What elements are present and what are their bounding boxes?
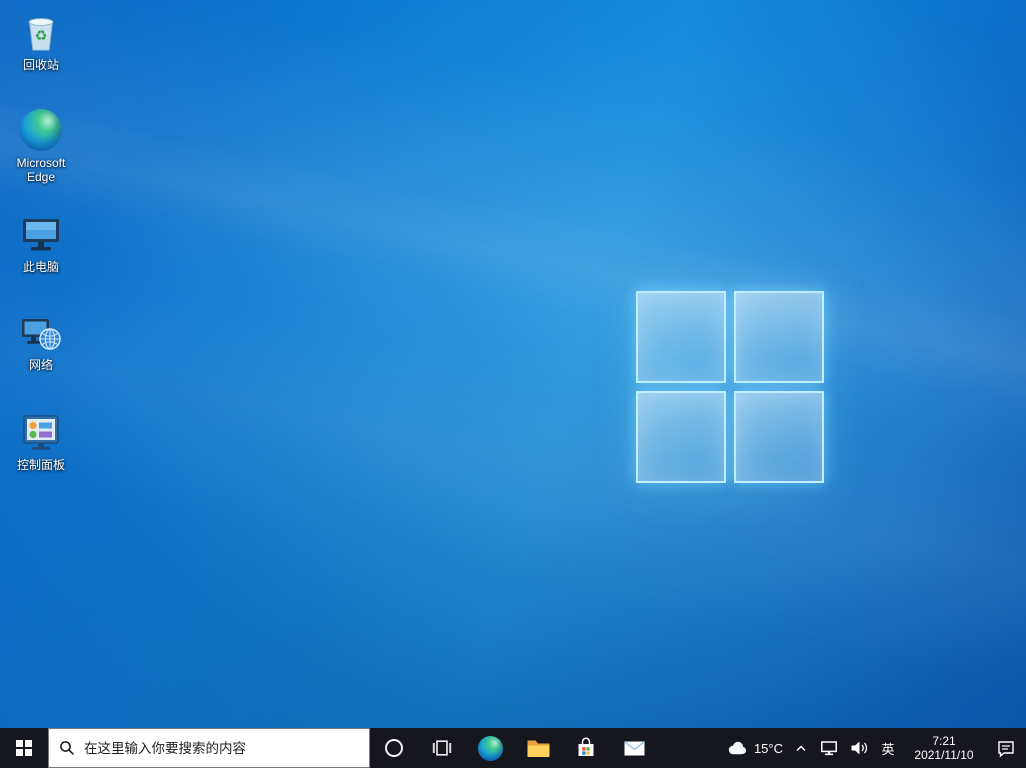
file-explorer-icon: [526, 737, 551, 759]
svg-text:♻: ♻: [35, 29, 48, 45]
windows-logo-pane: [734, 291, 824, 383]
desktop-icon-label: 回收站: [22, 58, 59, 72]
taskbar-search-box[interactable]: [48, 728, 370, 768]
desktop-icon-this-pc[interactable]: 此电脑: [2, 210, 80, 274]
network-status-icon: [819, 738, 839, 758]
windows-logo-pane: [734, 391, 824, 483]
microsoft-store-button[interactable]: [562, 728, 610, 768]
cortana-button[interactable]: [370, 728, 418, 768]
search-input[interactable]: [84, 740, 359, 756]
start-button[interactable]: [0, 728, 48, 768]
light-beam: [0, 0, 1026, 564]
desktop-icon-label: 此电脑: [22, 260, 59, 274]
recycle-bin-icon: ♻: [20, 8, 62, 56]
network-icon: [19, 308, 63, 356]
network-status-button[interactable]: [814, 728, 844, 768]
ime-indicator[interactable]: 英: [874, 728, 902, 768]
windows-logo-wallpaper: [636, 291, 824, 483]
light-beam: [0, 54, 1026, 496]
file-explorer-button[interactable]: [514, 728, 562, 768]
windows-logo-pane: [636, 391, 726, 483]
action-center-button[interactable]: [986, 728, 1026, 768]
tray-overflow-button[interactable]: [788, 728, 814, 768]
task-view-icon: [432, 738, 452, 758]
desktop-icon-control-panel[interactable]: 控制面板: [2, 408, 80, 472]
desktop-icon-network[interactable]: 网络: [2, 308, 80, 372]
clock-date: 2021/11/10: [914, 748, 974, 762]
edge-taskbar-button[interactable]: [466, 728, 514, 768]
desktop-icon-recycle-bin[interactable]: ♻ 回收站: [2, 8, 80, 72]
taskbar: 15°C: [0, 728, 1026, 768]
ime-label: 英: [881, 741, 895, 757]
chevron-up-icon: [793, 740, 809, 756]
microsoft-store-icon: [574, 736, 598, 760]
desktop-icon-label: 网络: [28, 358, 53, 372]
speaker-icon: [849, 738, 869, 758]
cloud-icon: [724, 738, 748, 758]
desktop-icon-microsoft-edge[interactable]: Microsoft Edge: [2, 106, 80, 184]
windows-desktop-screen: ♻ 回收站 Microsoft Edge 此电脑 网络 控制面板 在这里输入你要…: [0, 0, 1026, 768]
clock-tray-button[interactable]: 7:21 2021/11/10: [902, 728, 986, 768]
task-view-button[interactable]: [418, 728, 466, 768]
mail-button[interactable]: [610, 728, 658, 768]
weather-tray-button[interactable]: 15°C: [719, 728, 788, 768]
temperature-label: 15°C: [753, 740, 783, 756]
edge-icon: [20, 106, 62, 154]
search-icon: [59, 740, 75, 756]
volume-button[interactable]: [844, 728, 874, 768]
system-tray: 15°C 英 7:21 2021/11/10: [719, 728, 1026, 768]
desktop-icon-label: Microsoft Edge: [16, 156, 66, 184]
edge-icon: [477, 735, 503, 761]
windows-start-icon: [16, 740, 32, 756]
cortana-icon: [385, 739, 403, 757]
this-pc-icon: [19, 210, 63, 258]
desktop-icon-label: 控制面板: [16, 458, 65, 472]
windows-logo-pane: [636, 291, 726, 383]
light-beam: [0, 185, 1026, 728]
clock-time: 7:21: [932, 734, 956, 748]
desktop-wallpaper: ♻ 回收站 Microsoft Edge 此电脑 网络 控制面板: [0, 0, 1026, 728]
action-center-icon: [996, 738, 1016, 758]
control-panel-icon: [19, 408, 63, 456]
mail-icon: [622, 737, 647, 759]
